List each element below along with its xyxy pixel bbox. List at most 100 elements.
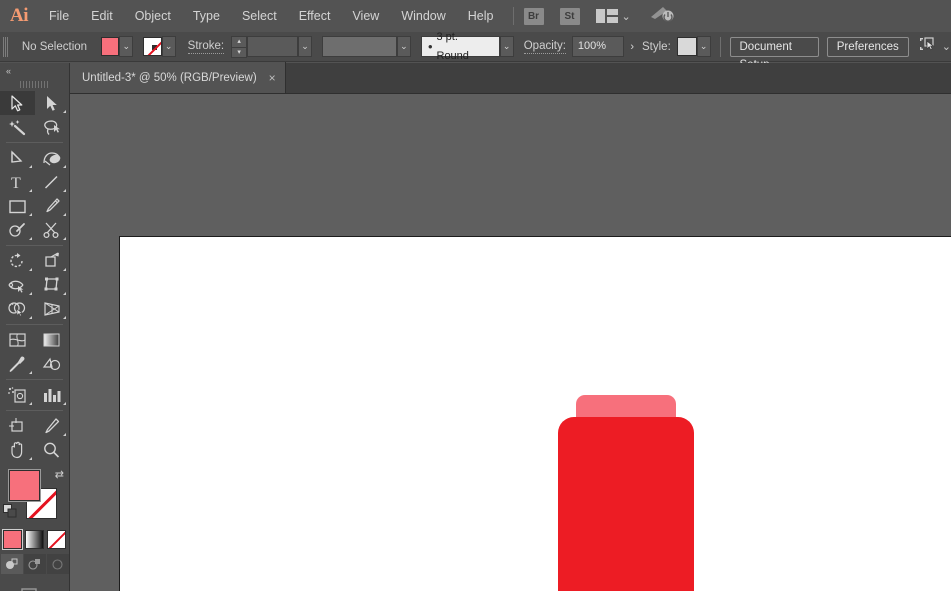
blend-tool[interactable] — [35, 352, 70, 376]
tools-panel: « — [0, 63, 70, 591]
selection-tool[interactable] — [0, 91, 35, 115]
fill-stroke-controls: ⇄ — [0, 466, 69, 528]
tool-group-indicator — [63, 110, 66, 113]
swap-fill-stroke-icon[interactable]: ⇄ — [55, 468, 64, 481]
artboard[interactable] — [119, 236, 951, 591]
workspace-chevron-down-icon[interactable]: ⌄ — [942, 40, 951, 53]
menu-item-object[interactable]: Object — [124, 0, 182, 32]
fill-color-indicator[interactable] — [9, 470, 40, 501]
zoom-tool[interactable] — [35, 438, 70, 462]
symbol-sprayer-tool[interactable] — [0, 383, 35, 407]
brush-dot-icon: • — [428, 37, 433, 56]
direct-selection-tool[interactable] — [35, 91, 70, 115]
chevron-down-icon[interactable]: ⌄ — [622, 10, 631, 23]
stock-button[interactable]: St — [560, 8, 580, 25]
color-mode-button[interactable] — [3, 530, 22, 549]
stroke-weight-chevron-down-icon[interactable]: ⌄ — [298, 36, 312, 57]
tool-group-selection — [0, 91, 69, 139]
draw-behind-button[interactable] — [24, 554, 46, 574]
paintbrush-tool[interactable] — [35, 194, 70, 218]
scissors-tool[interactable] — [35, 218, 70, 242]
preferences-button[interactable]: Preferences — [827, 37, 909, 57]
gradient-mode-button[interactable] — [25, 530, 44, 549]
arrange-documents-icon[interactable] — [596, 9, 618, 23]
stroke-label: Stroke: — [188, 40, 224, 54]
mesh-tool[interactable] — [0, 328, 35, 352]
change-screen-mode-icon[interactable] — [0, 586, 69, 591]
rotate-tool[interactable] — [0, 249, 35, 273]
perspective-grid-tool[interactable] — [35, 297, 70, 321]
stroke-weight-stepper[interactable]: ▴ ▾ — [231, 36, 247, 58]
workspace-switcher-icon[interactable] — [918, 36, 938, 57]
stepper-down-icon[interactable]: ▾ — [231, 47, 247, 58]
toolbar-divider — [6, 410, 63, 411]
menu-item-effect[interactable]: Effect — [288, 0, 342, 32]
menu-item-view[interactable]: View — [341, 0, 390, 32]
shaper-tool[interactable] — [0, 218, 35, 242]
control-bar-grip[interactable] — [3, 37, 8, 57]
brush-definition-dropdown[interactable]: • 3 pt. Round — [421, 36, 500, 57]
menu-item-file[interactable]: File — [38, 0, 80, 32]
fill-type-buttons — [0, 530, 69, 549]
document-tab-title: Untitled-3* @ 50% (RGB/Preview) — [82, 72, 257, 84]
draw-inside-button[interactable] — [47, 554, 69, 574]
lasso-tool[interactable] — [35, 115, 70, 139]
free-transform-tool[interactable] — [35, 273, 70, 297]
none-mode-button[interactable] — [47, 530, 66, 549]
stepper-up-icon[interactable]: ▴ — [231, 36, 247, 47]
column-graph-tool[interactable] — [35, 383, 70, 407]
tools-panel-grip[interactable] — [0, 78, 69, 91]
creative-cloud-icon[interactable] — [649, 5, 675, 28]
opacity-input[interactable]: 100% — [572, 36, 624, 57]
shape-body[interactable] — [558, 417, 694, 591]
document-tab[interactable]: Untitled-3* @ 50% (RGB/Preview) × — [70, 62, 286, 93]
line-segment-tool[interactable] — [35, 170, 70, 194]
menu-item-edit[interactable]: Edit — [80, 0, 124, 32]
menu-divider — [513, 7, 514, 25]
tool-group-navigation — [0, 414, 69, 462]
tool-group-drawing: T — [0, 146, 69, 242]
bridge-button[interactable]: Br — [524, 8, 544, 25]
pen-tool[interactable] — [0, 146, 35, 170]
app-logo: Ai — [0, 0, 38, 32]
magic-wand-tool[interactable] — [0, 115, 35, 139]
stroke-chevron-down-icon[interactable]: ⌄ — [162, 36, 176, 57]
fill-color-swatch[interactable] — [101, 37, 119, 56]
collapse-panel-icon[interactable]: « — [6, 66, 10, 76]
toolbar-divider — [6, 324, 63, 325]
rectangle-tool[interactable] — [0, 194, 35, 218]
artboard-tool[interactable] — [0, 414, 35, 438]
stroke-profile-dropdown[interactable] — [322, 36, 397, 57]
scale-tool[interactable] — [35, 249, 70, 273]
shape-builder-tool[interactable] — [0, 297, 35, 321]
canvas-area[interactable] — [70, 94, 951, 591]
stroke-color-swatch[interactable] — [143, 37, 161, 56]
opacity-options-arrow-icon[interactable]: › — [630, 41, 634, 53]
default-fill-stroke-icon[interactable] — [3, 504, 18, 524]
gradient-tool[interactable] — [35, 328, 70, 352]
menu-item-type[interactable]: Type — [182, 0, 231, 32]
drawing-mode-buttons — [0, 554, 69, 574]
stroke-weight-input[interactable] — [247, 36, 298, 57]
document-tab-bar: Untitled-3* @ 50% (RGB/Preview) × — [70, 63, 951, 94]
menu-item-select[interactable]: Select — [231, 0, 288, 32]
stroke-profile-chevron-down-icon[interactable]: ⌄ — [397, 36, 411, 57]
draw-normal-button[interactable] — [1, 554, 23, 574]
brush-chevron-down-icon[interactable]: ⌄ — [500, 36, 514, 57]
hand-tool[interactable] — [0, 438, 35, 462]
toolbar-divider — [6, 142, 63, 143]
fill-chevron-down-icon[interactable]: ⌄ — [119, 36, 133, 57]
width-tool[interactable] — [0, 273, 35, 297]
eyedropper-tool[interactable] — [0, 352, 35, 376]
control-bar: No Selection ⌄ ⌄ Stroke: ▴ ▾ ⌄ ⌄ • 3 pt.… — [0, 32, 951, 62]
document-setup-button[interactable]: Document Setup — [730, 37, 819, 57]
style-chevron-down-icon[interactable]: ⌄ — [697, 36, 711, 57]
tool-group-paint — [0, 328, 69, 376]
tool-group-transform — [0, 249, 69, 321]
toolbar-divider — [6, 245, 63, 246]
curvature-tool[interactable] — [35, 146, 70, 170]
slice-tool[interactable] — [35, 414, 70, 438]
graphic-style-swatch[interactable] — [677, 37, 697, 56]
type-tool[interactable]: T — [0, 170, 35, 194]
close-icon[interactable]: × — [269, 71, 276, 85]
